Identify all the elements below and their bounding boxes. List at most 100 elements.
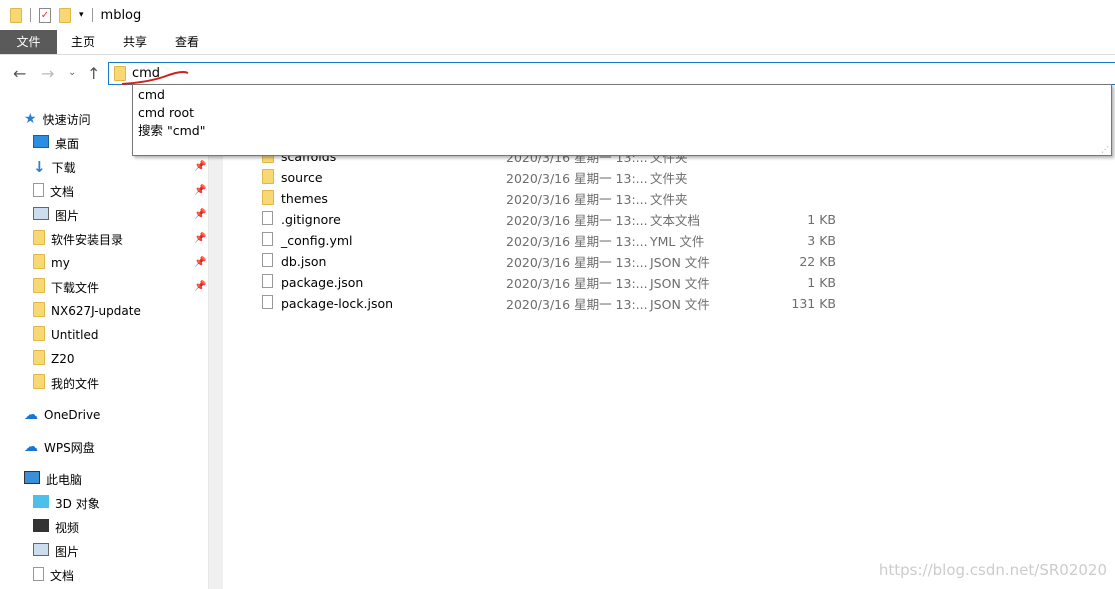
file-type: JSON 文件 <box>650 276 710 291</box>
sidebar-item[interactable]: my <box>33 252 70 274</box>
tab-file[interactable]: 文件 <box>0 30 57 54</box>
pin-icon[interactable]: 📌 <box>194 257 206 268</box>
sidebar-item[interactable]: 软件安装目录 <box>33 228 123 250</box>
file-row[interactable]: package-lock.json 2020/3/16 星期一 13:... JSO… <box>262 293 862 314</box>
file-row[interactable]: source 2020/3/16 星期一 13:... 文件夹 <box>262 167 862 188</box>
resize-grip-icon[interactable]: ⋰ <box>1101 145 1109 154</box>
sidebar-item[interactable]: Untitled <box>33 324 98 346</box>
file-type: YML 文件 <box>650 234 705 249</box>
tab-share[interactable]: 共享 <box>109 30 161 54</box>
customize-toolbar-icon[interactable]: ▾ <box>79 10 84 20</box>
computer-icon <box>24 471 40 487</box>
navigation-pane: ★ 快速访问桌面 ↓ 下载 📌 文档 📌 图片 📌 软件安装目录 📌 my 📌 下载文件 📌 NX627J-u… <box>0 86 208 589</box>
folder-icon <box>33 278 45 296</box>
sidebar-item[interactable]: ↓ 下载 <box>33 156 76 178</box>
pin-icon[interactable]: 📌 <box>194 233 206 244</box>
file-type: 文件夹 <box>650 171 688 186</box>
file-row[interactable]: package.json 2020/3/16 星期一 13:... JSON 文件 1… <box>262 272 862 293</box>
sidebar-item[interactable]: 视频 <box>33 516 79 538</box>
sidebar-item-label: 图片 <box>55 208 80 223</box>
pin-icon[interactable]: 📌 <box>194 209 206 220</box>
file-size: 1 KB <box>807 275 836 290</box>
sidebar-item-label: OneDrive <box>44 408 101 422</box>
sidebar-item[interactable]: 文档 <box>33 180 74 202</box>
back-icon[interactable]: ← <box>13 64 26 83</box>
ribbon-tabs: 文件 主页 共享 查看 <box>0 30 1115 55</box>
forward-icon[interactable]: → <box>41 64 54 83</box>
file-name: source <box>281 170 323 185</box>
sidebar-item-label: 文档 <box>50 184 75 199</box>
file-icon <box>262 253 273 270</box>
sidebar-item[interactable]: NX627J-update <box>33 300 141 322</box>
sidebar-item[interactable]: 此电脑 <box>24 468 82 490</box>
suggestion-item[interactable]: cmd <box>133 86 1111 104</box>
folder-icon <box>33 230 45 248</box>
sidebar-item-label: 下载文件 <box>51 280 100 295</box>
window-title: mblog <box>100 7 142 23</box>
sidebar-item[interactable]: ☁ OneDrive <box>24 404 100 426</box>
sidebar-item[interactable]: 文档 <box>33 564 74 586</box>
file-date: 2020/3/16 星期一 13:... <box>506 171 648 186</box>
pin-icon[interactable]: 📌 <box>194 281 206 292</box>
sidebar-item[interactable]: Z20 <box>33 348 75 370</box>
new-folder-icon[interactable] <box>59 7 71 23</box>
folder-icon <box>33 350 45 368</box>
file-name: themes <box>281 191 328 206</box>
sidebar-item[interactable]: 图片 <box>33 540 79 562</box>
picture-icon <box>33 543 49 559</box>
video-icon <box>33 519 49 535</box>
file-type: 文件夹 <box>650 192 688 207</box>
file-date: 2020/3/16 星期一 13:... <box>506 213 648 228</box>
file-name: .gitignore <box>281 212 341 227</box>
up-icon[interactable]: ↑ <box>87 64 100 83</box>
file-size: 22 KB <box>799 254 836 269</box>
file-date: 2020/3/16 星期一 13:... <box>506 192 648 207</box>
file-date: 2020/3/16 星期一 13:... <box>506 234 648 249</box>
sidebar-item[interactable]: 下载文件 <box>33 276 99 298</box>
sidebar-item-label: my <box>51 256 70 270</box>
file-size: 3 KB <box>807 233 836 248</box>
file-row[interactable]: db.json 2020/3/16 星期一 13:... JSON 文件 22 KB <box>262 251 862 272</box>
file-name: package-lock.json <box>281 296 394 311</box>
file-date: 2020/3/16 星期一 13:... <box>506 297 648 312</box>
folder-icon <box>10 7 22 23</box>
sidebar-item[interactable]: 3D 对象 <box>33 492 100 514</box>
file-row[interactable]: _config.yml 2020/3/16 星期一 13:... YML 文件 3 K… <box>262 230 862 251</box>
star-icon: ★ <box>24 111 37 127</box>
file-icon <box>262 295 273 312</box>
file-row[interactable]: themes 2020/3/16 星期一 13:... 文件夹 <box>262 188 862 209</box>
file-type: JSON 文件 <box>650 255 710 270</box>
sidebar-item-label: 图片 <box>55 544 80 559</box>
tab-view[interactable]: 查看 <box>161 30 213 54</box>
sidebar-scrollbar[interactable] <box>208 86 223 589</box>
file-size: 1 KB <box>807 212 836 227</box>
sidebar-item-label: 快速访问 <box>42 112 91 127</box>
suggestion-item[interactable]: cmd root <box>133 104 1111 122</box>
sidebar-item[interactable]: 桌面 <box>33 132 79 154</box>
divider <box>91 8 93 22</box>
sidebar-item-label: 此电脑 <box>46 472 83 487</box>
address-bar[interactable]: cmd <box>108 62 1115 85</box>
document-icon <box>33 182 44 200</box>
properties-icon[interactable]: ✓ <box>39 7 51 23</box>
sidebar-item-label: WPS网盘 <box>44 440 95 455</box>
sidebar-item[interactable]: ★ 快速访问 <box>24 108 91 130</box>
cloud-icon: ☁ <box>24 407 38 423</box>
recent-dropdown-icon[interactable]: ⌄ <box>68 67 76 78</box>
desktop-icon <box>33 135 49 151</box>
pin-icon[interactable]: 📌 <box>194 185 206 196</box>
sidebar-item[interactable]: 我的文件 <box>33 372 99 394</box>
suggestion-item[interactable]: 搜索 "cmd" <box>133 122 1111 140</box>
file-icon <box>262 211 273 228</box>
file-date: 2020/3/16 星期一 13:... <box>506 276 648 291</box>
file-row[interactable]: .gitignore 2020/3/16 星期一 13:... 文本文档 1 KB <box>262 209 862 230</box>
folder-icon <box>262 168 274 187</box>
pin-icon[interactable]: 📌 <box>194 161 206 172</box>
file-name: package.json <box>281 275 364 290</box>
file-icon <box>262 232 273 249</box>
tab-home[interactable]: 主页 <box>57 30 109 54</box>
sidebar-item-label: Z20 <box>51 352 75 366</box>
sidebar-item[interactable]: 图片 <box>33 204 79 226</box>
sidebar-item[interactable]: ☁ WPS网盘 <box>24 436 95 458</box>
folder-icon <box>33 302 45 320</box>
